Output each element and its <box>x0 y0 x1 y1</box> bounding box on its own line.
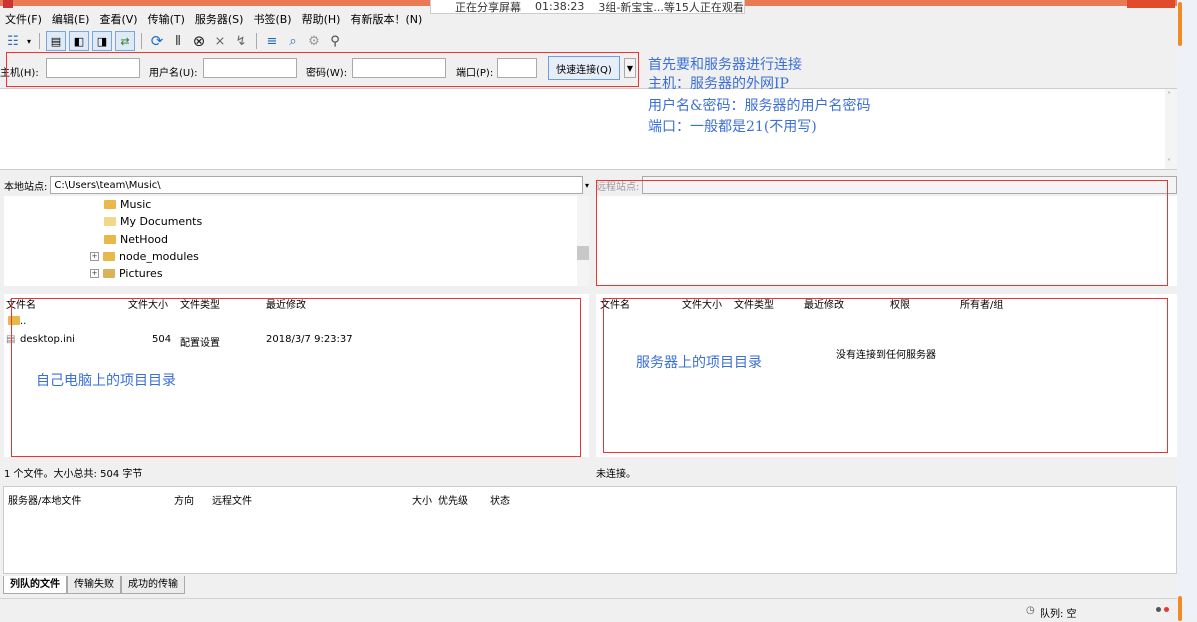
menu-server[interactable]: 服务器(S) <box>190 11 249 27</box>
scroll-thumb[interactable] <box>577 246 589 260</box>
reconnect-icon[interactable]: ↯ <box>232 32 250 50</box>
annotation-remote: 服务器上的项目目录 <box>636 355 762 371</box>
toolbar-divider <box>256 33 257 49</box>
local-site-bar: 本地站点: C:\Users\team\Music\ ▾ <box>4 176 589 194</box>
toggle-log-icon[interactable]: ▤ <box>46 31 66 51</box>
annotation-local: 自己电脑上的项目目录 <box>36 373 176 389</box>
folder-icon <box>104 200 116 209</box>
local-path-dropdown-icon[interactable]: ▾ <box>585 181 589 190</box>
folder-icon <box>104 235 116 244</box>
toolbar-divider <box>141 33 142 49</box>
queue-col-direction[interactable]: 方向 <box>174 492 194 507</box>
search-icon[interactable]: ⚲ <box>326 32 344 50</box>
app-logo-icon <box>3 0 13 8</box>
queue-col-file[interactable]: 服务器/本地文件 <box>8 492 81 507</box>
tree-item[interactable]: Music <box>104 198 151 211</box>
highlight-remote-tree <box>596 180 1168 286</box>
menu-transfer[interactable]: 传输(T) <box>143 11 190 27</box>
queue-clock-icon: ◷ <box>1026 605 1035 616</box>
toolbar-divider <box>39 33 40 49</box>
local-status: 1 个文件。大小总共: 504 字节 <box>4 469 143 480</box>
rail-marker-top <box>1178 2 1182 46</box>
activity-light-icon <box>1164 607 1169 612</box>
remote-status: 未连接。 <box>596 469 636 480</box>
screen-share-banner: 正在分享屏幕 01:38:23 3组-新宝宝...等15人正在观看 <box>430 0 745 14</box>
activity-light-icon <box>1156 607 1161 612</box>
queue-col-remote[interactable]: 远程文件 <box>212 492 252 507</box>
share-viewers: 3组-新宝宝...等15人正在观看 <box>598 0 744 14</box>
refresh-icon[interactable]: ⟳ <box>148 32 166 50</box>
dropdown-arrow-icon[interactable]: ▾ <box>25 32 33 50</box>
queue-col-priority[interactable]: 优先级 <box>438 492 468 507</box>
menu-bookmarks[interactable]: 书签(B) <box>248 11 296 27</box>
side-rail <box>1177 0 1197 621</box>
site-manager-icon[interactable]: ☷ <box>4 32 22 50</box>
process-queue-icon[interactable]: ⫴ <box>169 32 187 50</box>
local-tree-scrollbar[interactable] <box>577 196 589 286</box>
annotation-host: 主机：服务器的外网IP <box>648 76 789 92</box>
tree-item[interactable]: + node_modules <box>90 250 199 263</box>
local-path-input[interactable]: C:\Users\team\Music\ <box>50 176 583 194</box>
queue-col-status[interactable]: 状态 <box>490 492 510 507</box>
share-status: 正在分享屏幕 <box>455 0 521 14</box>
local-site-label: 本地站点: <box>4 181 48 193</box>
rail-marker-bottom <box>1178 596 1182 621</box>
disconnect-icon[interactable]: ⨯ <box>211 32 229 50</box>
tree-item[interactable]: + Pictures <box>90 267 163 280</box>
folder-icon <box>104 217 116 226</box>
folder-icon <box>103 252 115 261</box>
expand-icon[interactable]: + <box>90 269 99 278</box>
highlight-remote-files <box>603 298 1168 453</box>
expand-icon[interactable]: + <box>90 252 99 261</box>
menu-bar: 文件(F) 编辑(E) 查看(V) 传输(T) 服务器(S) 书签(B) 帮助(… <box>0 10 427 28</box>
message-log-scrollbar[interactable]: ˄ ˅ <box>1165 89 1177 169</box>
sync-browse-icon[interactable]: ⚙ <box>305 32 323 50</box>
menu-help[interactable]: 帮助(H) <box>297 11 346 27</box>
filter-icon[interactable]: ≡ <box>263 32 281 50</box>
toolbar: ☷ ▾ ▤ ◧ ◨ ⇄ ⟳ ⫴ ⊗ ⨯ ↯ ≡ ⌕ ⚙ ⚲ <box>4 30 344 52</box>
message-log: ˄ ˅ <box>0 88 1177 170</box>
menu-edit[interactable]: 编辑(E) <box>47 11 95 27</box>
annotation-port: 端口：一般都是21(不用写) <box>648 119 817 135</box>
toggle-queue-icon[interactable]: ⇄ <box>115 31 135 51</box>
share-time: 01:38:23 <box>535 0 585 13</box>
toggle-local-tree-icon[interactable]: ◧ <box>69 31 89 51</box>
window-close-button[interactable] <box>1127 0 1175 8</box>
menu-view[interactable]: 查看(V) <box>94 11 142 27</box>
tree-item[interactable]: My Documents <box>104 215 202 228</box>
tab-queued-files[interactable]: 列队的文件 <box>3 576 67 594</box>
tree-item[interactable]: NetHood <box>104 233 168 246</box>
queue-status: 队列: 空 <box>1040 609 1077 620</box>
queue-col-size[interactable]: 大小 <box>412 492 432 507</box>
menu-new-version[interactable]: 有新版本！(N) <box>345 11 427 27</box>
highlight-quickconnect <box>6 52 639 87</box>
tab-successful-transfers[interactable]: 成功的传输 <box>121 576 185 594</box>
folder-icon <box>103 269 115 278</box>
bottom-status-bar: ◷ 队列: 空 <box>0 598 1177 622</box>
compare-icon[interactable]: ⌕ <box>284 32 302 50</box>
annotation-userpass: 用户名&密码：服务器的用户名密码 <box>648 98 871 114</box>
cancel-icon[interactable]: ⊗ <box>190 32 208 50</box>
annotation-connect: 首先要和服务器进行连接 <box>648 57 802 73</box>
tab-failed-transfers[interactable]: 传输失败 <box>67 576 121 594</box>
queue-tabs: 列队的文件 传输失败 成功的传输 <box>3 576 185 594</box>
toggle-remote-tree-icon[interactable]: ◨ <box>92 31 112 51</box>
menu-file[interactable]: 文件(F) <box>0 11 47 27</box>
